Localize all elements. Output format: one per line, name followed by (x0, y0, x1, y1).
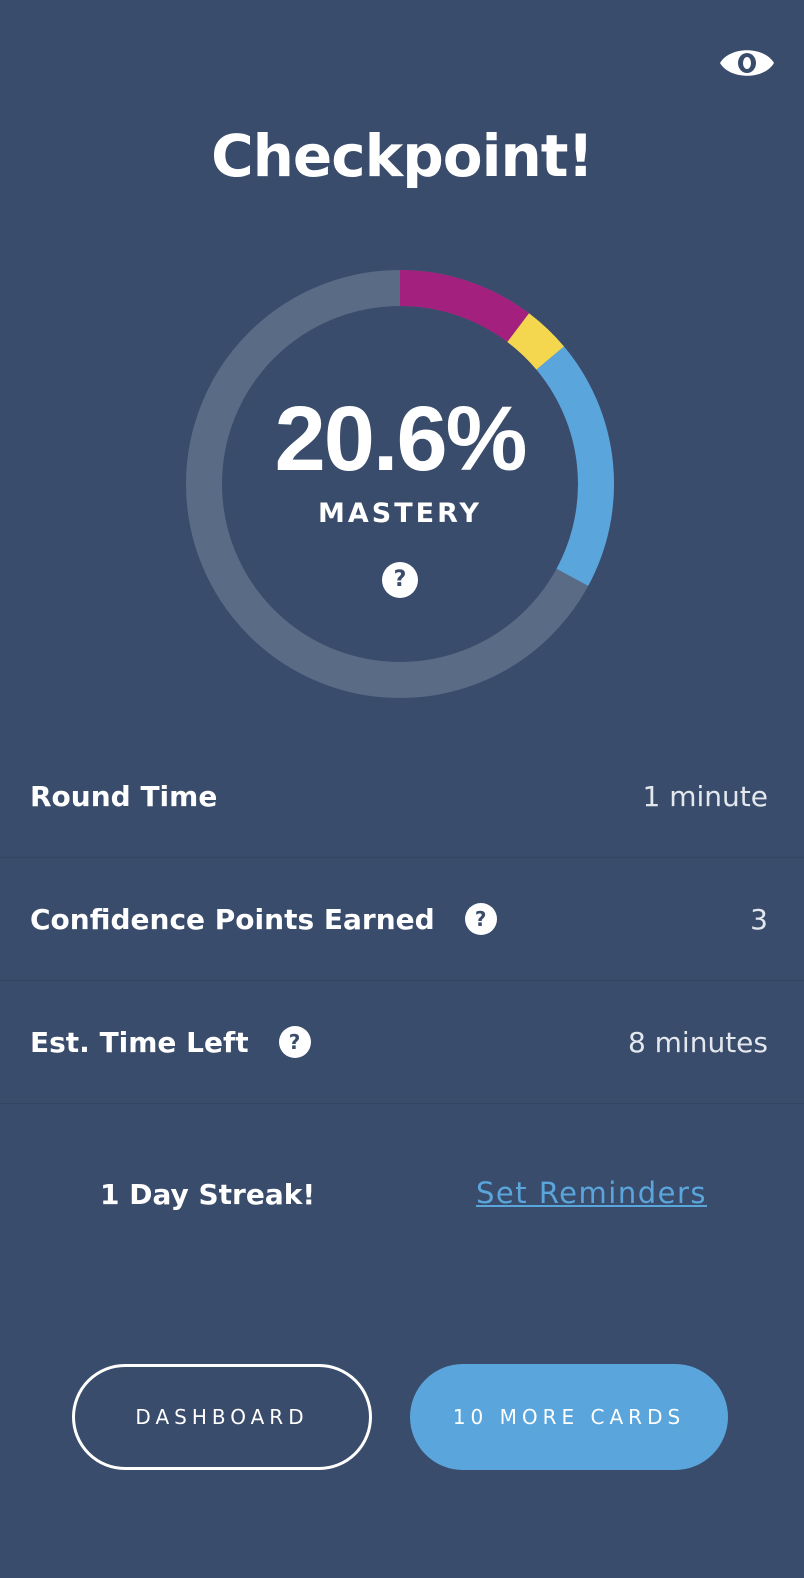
stat-label: Est. Time Left (30, 1025, 249, 1059)
more-cards-button[interactable]: 10 MORE CARDS (410, 1364, 728, 1470)
stat-row-round-time: Round Time 1 minute (0, 735, 804, 858)
set-reminders-link[interactable]: Set Reminders (476, 1176, 707, 1210)
stat-label: Round Time (30, 779, 218, 813)
stat-value: 3 (750, 902, 768, 936)
help-glyph: ? (393, 567, 407, 592)
streak-text: 1 Day Streak! (100, 1178, 316, 1211)
ring-segment-level-4 (506, 313, 565, 371)
stat-value: 1 minute (642, 779, 768, 813)
page-title: Checkpoint! (211, 122, 594, 190)
stat-row-time-left: Est. Time Left ? 8 minutes (0, 981, 804, 1104)
mastery-percent: 20.6% (274, 388, 528, 490)
time-left-help-icon[interactable]: ? (278, 1026, 311, 1058)
dashboard-button[interactable]: DASHBOARD (72, 1364, 372, 1470)
checkpoint-screen: Checkpoint! 20.6% MASTERY ? Round Time 1… (0, 0, 804, 1578)
mastery-help-icon[interactable]: ? (382, 562, 418, 598)
mastery-ring: 20.6% MASTERY ? (184, 268, 616, 700)
mastery-label: MASTERY (318, 498, 482, 529)
stats-list: Round Time 1 minute Confidence Points Ea… (0, 735, 804, 1104)
stat-label: Confidence Points Earned (30, 902, 435, 936)
help-glyph: ? (288, 1030, 301, 1054)
stat-row-confidence-points: Confidence Points Earned ? 3 (0, 858, 804, 981)
confidence-help-icon[interactable]: ? (464, 903, 497, 935)
help-glyph: ? (474, 907, 487, 931)
stat-value: 8 minutes (627, 1025, 768, 1059)
ring-segment-level-5 (399, 270, 530, 343)
eye-icon[interactable] (718, 38, 776, 88)
